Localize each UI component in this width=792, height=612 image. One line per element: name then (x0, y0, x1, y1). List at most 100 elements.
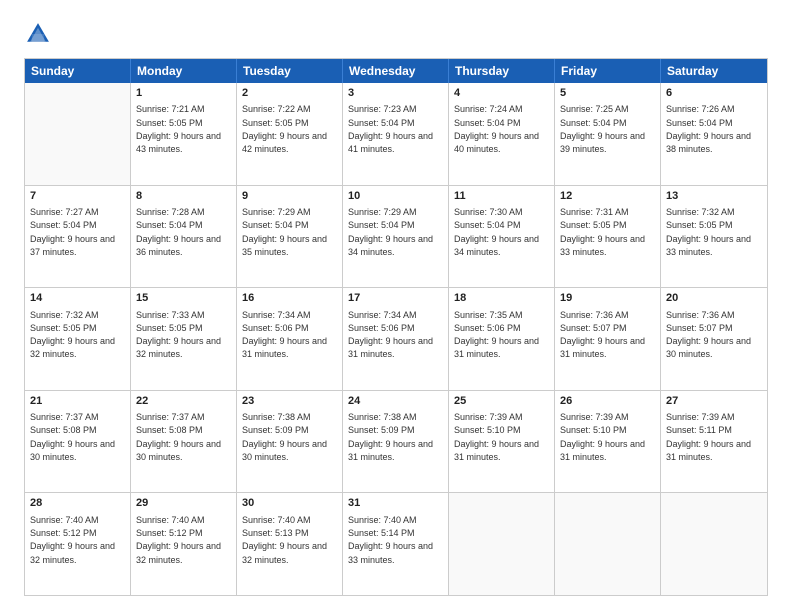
day-cell-10: 10 Sunrise: 7:29 AMSunset: 5:04 PMDayligh… (343, 186, 449, 288)
week-row-5: 28 Sunrise: 7:40 AMSunset: 5:12 PMDayligh… (25, 492, 767, 595)
cell-info: Sunrise: 7:22 AMSunset: 5:05 PMDaylight:… (242, 104, 327, 154)
day-cell-12: 12Sunrise: 7:31 AMSunset: 5:05 PMDayligh… (555, 186, 661, 288)
day-cell-6: 6 Sunrise: 7:26 AMSunset: 5:04 PMDaylight… (661, 83, 767, 185)
day-cell-15: 15 Sunrise: 7:33 AMSunset: 5:05 PMDayligh… (131, 288, 237, 390)
cell-info: Sunrise: 7:35 AMSunset: 5:06 PMDaylight:… (454, 310, 539, 360)
header-day-saturday: Saturday (661, 59, 767, 83)
cell-info: Sunrise: 7:34 AMSunset: 5:06 PMDaylight:… (242, 310, 327, 360)
cell-info: Sunrise: 7:25 AMSunset: 5:04 PMDaylight:… (560, 104, 645, 154)
day-number: 26 (560, 394, 655, 409)
day-cell-14: 14Sunrise: 7:32 AMSunset: 5:05 PMDayligh… (25, 288, 131, 390)
day-number: 7 (30, 189, 125, 204)
cell-info: Sunrise: 7:40 AMSunset: 5:12 PMDaylight:… (30, 515, 115, 565)
cell-info: Sunrise: 7:27 AMSunset: 5:04 PMDaylight:… (30, 207, 115, 257)
cell-info: Sunrise: 7:36 AMSunset: 5:07 PMDaylight:… (666, 310, 751, 360)
day-number: 25 (454, 394, 549, 409)
day-number: 4 (454, 86, 549, 101)
cell-info: Sunrise: 7:26 AMSunset: 5:04 PMDaylight:… (666, 104, 751, 154)
day-number: 8 (136, 189, 231, 204)
day-number: 27 (666, 394, 762, 409)
page: SundayMondayTuesdayWednesdayThursdayFrid… (0, 0, 792, 612)
day-cell-28: 28 Sunrise: 7:40 AMSunset: 5:12 PMDayligh… (25, 493, 131, 595)
day-cell-26: 26 Sunrise: 7:39 AMSunset: 5:10 PMDayligh… (555, 391, 661, 493)
day-number: 23 (242, 394, 337, 409)
day-cell-20: 20 Sunrise: 7:36 AMSunset: 5:07 PMDayligh… (661, 288, 767, 390)
day-cell-2: 2Sunrise: 7:22 AMSunset: 5:05 PMDaylight… (237, 83, 343, 185)
day-number: 21 (30, 394, 125, 409)
day-number: 24 (348, 394, 443, 409)
cell-info: Sunrise: 7:34 AMSunset: 5:06 PMDaylight:… (348, 310, 433, 360)
day-number: 28 (30, 496, 125, 511)
cell-info: Sunrise: 7:30 AMSunset: 5:04 PMDaylight:… (454, 207, 539, 257)
day-number: 9 (242, 189, 337, 204)
cell-info: Sunrise: 7:38 AMSunset: 5:09 PMDaylight:… (242, 412, 327, 462)
week-row-4: 21 Sunrise: 7:37 AMSunset: 5:08 PMDayligh… (25, 390, 767, 493)
empty-cell (449, 493, 555, 595)
day-cell-4: 4 Sunrise: 7:24 AMSunset: 5:04 PMDaylight… (449, 83, 555, 185)
day-number: 13 (666, 189, 762, 204)
day-cell-17: 17 Sunrise: 7:34 AMSunset: 5:06 PMDayligh… (343, 288, 449, 390)
day-number: 29 (136, 496, 231, 511)
day-number: 6 (666, 86, 762, 101)
cell-info: Sunrise: 7:33 AMSunset: 5:05 PMDaylight:… (136, 310, 221, 360)
header (24, 20, 768, 48)
empty-cell (25, 83, 131, 185)
day-number: 19 (560, 291, 655, 306)
cell-info: Sunrise: 7:36 AMSunset: 5:07 PMDaylight:… (560, 310, 645, 360)
week-row-1: 1Sunrise: 7:21 AMSunset: 5:05 PMDaylight… (25, 83, 767, 185)
logo (24, 20, 56, 48)
cell-info: Sunrise: 7:28 AMSunset: 5:04 PMDaylight:… (136, 207, 221, 257)
empty-cell (555, 493, 661, 595)
cell-info: Sunrise: 7:37 AMSunset: 5:08 PMDaylight:… (30, 412, 115, 462)
cell-info: Sunrise: 7:21 AMSunset: 5:05 PMDaylight:… (136, 104, 221, 154)
week-row-3: 14Sunrise: 7:32 AMSunset: 5:05 PMDayligh… (25, 287, 767, 390)
day-number: 30 (242, 496, 337, 511)
day-number: 5 (560, 86, 655, 101)
day-cell-22: 22Sunrise: 7:37 AMSunset: 5:08 PMDayligh… (131, 391, 237, 493)
day-cell-24: 24 Sunrise: 7:38 AMSunset: 5:09 PMDayligh… (343, 391, 449, 493)
day-cell-27: 27 Sunrise: 7:39 AMSunset: 5:11 PMDayligh… (661, 391, 767, 493)
cell-info: Sunrise: 7:32 AMSunset: 5:05 PMDaylight:… (30, 310, 115, 360)
day-cell-18: 18 Sunrise: 7:35 AMSunset: 5:06 PMDayligh… (449, 288, 555, 390)
header-day-monday: Monday (131, 59, 237, 83)
logo-icon (24, 20, 52, 48)
day-cell-31: 31Sunrise: 7:40 AMSunset: 5:14 PMDayligh… (343, 493, 449, 595)
day-number: 10 (348, 189, 443, 204)
calendar: SundayMondayTuesdayWednesdayThursdayFrid… (24, 58, 768, 596)
day-cell-29: 29Sunrise: 7:40 AMSunset: 5:12 PMDayligh… (131, 493, 237, 595)
day-cell-7: 7 Sunrise: 7:27 AMSunset: 5:04 PMDaylight… (25, 186, 131, 288)
day-cell-8: 8 Sunrise: 7:28 AMSunset: 5:04 PMDaylight… (131, 186, 237, 288)
cell-info: Sunrise: 7:29 AMSunset: 5:04 PMDaylight:… (348, 207, 433, 257)
day-number: 20 (666, 291, 762, 306)
cell-info: Sunrise: 7:23 AMSunset: 5:04 PMDaylight:… (348, 104, 433, 154)
header-day-sunday: Sunday (25, 59, 131, 83)
day-number: 22 (136, 394, 231, 409)
day-cell-23: 23 Sunrise: 7:38 AMSunset: 5:09 PMDayligh… (237, 391, 343, 493)
day-cell-30: 30Sunrise: 7:40 AMSunset: 5:13 PMDayligh… (237, 493, 343, 595)
day-number: 15 (136, 291, 231, 306)
cell-info: Sunrise: 7:38 AMSunset: 5:09 PMDaylight:… (348, 412, 433, 462)
cell-info: Sunrise: 7:32 AMSunset: 5:05 PMDaylight:… (666, 207, 751, 257)
day-cell-11: 11 Sunrise: 7:30 AMSunset: 5:04 PMDayligh… (449, 186, 555, 288)
cell-info: Sunrise: 7:40 AMSunset: 5:14 PMDaylight:… (348, 515, 433, 565)
day-cell-3: 3 Sunrise: 7:23 AMSunset: 5:04 PMDaylight… (343, 83, 449, 185)
day-cell-1: 1Sunrise: 7:21 AMSunset: 5:05 PMDaylight… (131, 83, 237, 185)
cell-info: Sunrise: 7:24 AMSunset: 5:04 PMDaylight:… (454, 104, 539, 154)
cell-info: Sunrise: 7:29 AMSunset: 5:04 PMDaylight:… (242, 207, 327, 257)
day-cell-13: 13 Sunrise: 7:32 AMSunset: 5:05 PMDayligh… (661, 186, 767, 288)
header-day-tuesday: Tuesday (237, 59, 343, 83)
day-cell-21: 21 Sunrise: 7:37 AMSunset: 5:08 PMDayligh… (25, 391, 131, 493)
day-cell-19: 19 Sunrise: 7:36 AMSunset: 5:07 PMDayligh… (555, 288, 661, 390)
day-number: 18 (454, 291, 549, 306)
week-row-2: 7 Sunrise: 7:27 AMSunset: 5:04 PMDaylight… (25, 185, 767, 288)
cell-info: Sunrise: 7:39 AMSunset: 5:10 PMDaylight:… (560, 412, 645, 462)
day-number: 3 (348, 86, 443, 101)
day-cell-16: 16 Sunrise: 7:34 AMSunset: 5:06 PMDayligh… (237, 288, 343, 390)
day-number: 17 (348, 291, 443, 306)
day-cell-25: 25Sunrise: 7:39 AMSunset: 5:10 PMDayligh… (449, 391, 555, 493)
day-number: 16 (242, 291, 337, 306)
cell-info: Sunrise: 7:39 AMSunset: 5:11 PMDaylight:… (666, 412, 751, 462)
day-cell-5: 5 Sunrise: 7:25 AMSunset: 5:04 PMDaylight… (555, 83, 661, 185)
day-number: 11 (454, 189, 549, 204)
day-number: 12 (560, 189, 655, 204)
